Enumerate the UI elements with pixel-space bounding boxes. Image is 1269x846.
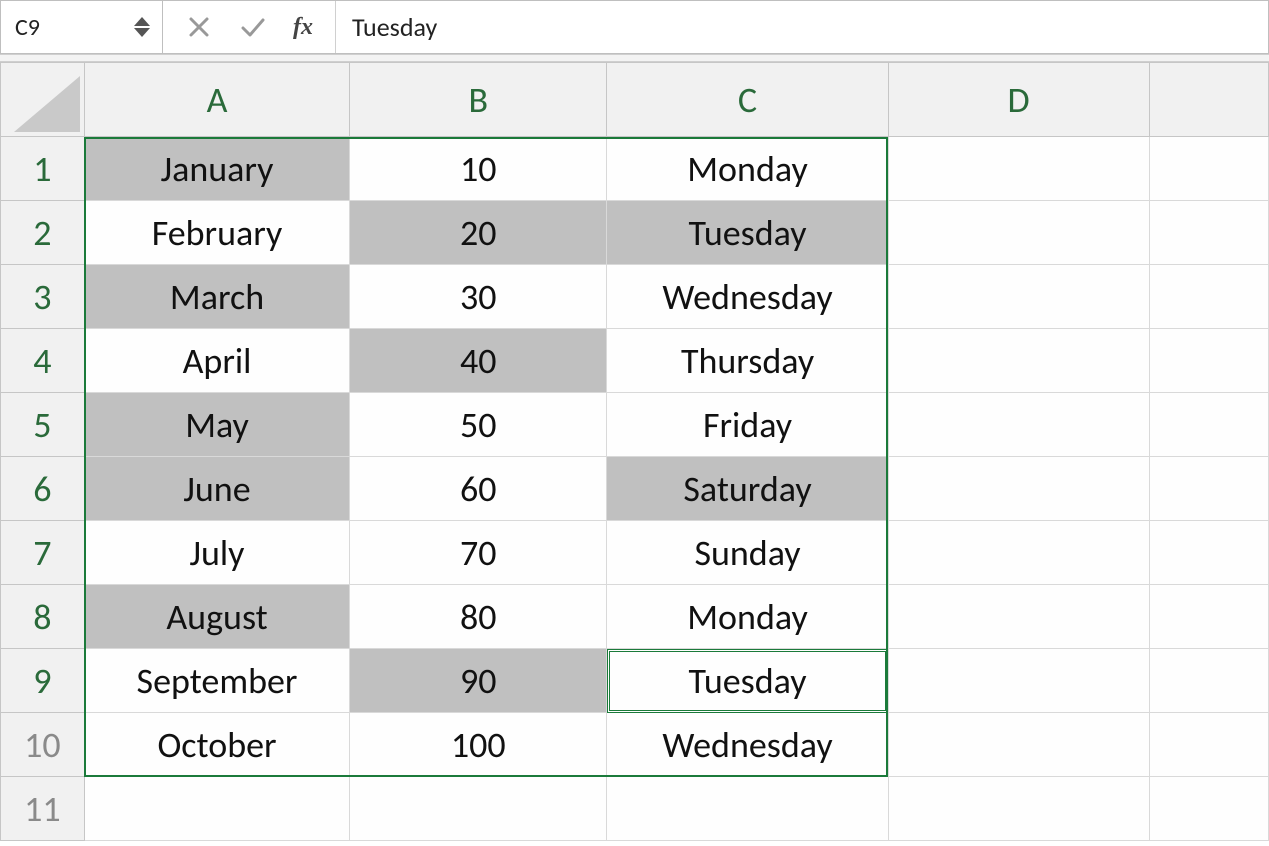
cell-A4[interactable]: April — [84, 329, 350, 393]
cell-B3[interactable]: 30 — [350, 265, 607, 329]
cell-D3[interactable] — [888, 265, 1149, 329]
cell-A11[interactable] — [84, 777, 350, 841]
cell-B1[interactable]: 10 — [350, 137, 607, 201]
grid[interactable]: A B C D 1 January 10 Monday 2 February 2… — [0, 62, 1269, 841]
cell-D1[interactable] — [888, 137, 1149, 201]
cell-C11[interactable] — [607, 777, 888, 841]
formula-bar: C9 fx Tuesday — [0, 0, 1269, 54]
formula-value: Tuesday — [352, 11, 437, 43]
cell-E9[interactable] — [1149, 649, 1269, 713]
row-header-7[interactable]: 7 — [1, 521, 85, 585]
row-header-8[interactable]: 8 — [1, 585, 85, 649]
cell-E2[interactable] — [1149, 201, 1269, 265]
col-header-blank[interactable] — [1149, 63, 1269, 137]
cell-D9[interactable] — [888, 649, 1149, 713]
cell-A6[interactable]: June — [84, 457, 350, 521]
row-header-1[interactable]: 1 — [1, 137, 85, 201]
chevron-down-icon[interactable] — [134, 28, 150, 37]
cell-C3[interactable]: Wednesday — [607, 265, 888, 329]
row-header-9[interactable]: 9 — [1, 649, 85, 713]
cell-E7[interactable] — [1149, 521, 1269, 585]
col-header-B[interactable]: B — [350, 63, 607, 137]
cell-A2[interactable]: February — [84, 201, 350, 265]
cell-C5[interactable]: Friday — [607, 393, 888, 457]
name-box-spinner[interactable] — [128, 1, 156, 53]
fx-icon[interactable]: fx — [293, 14, 313, 41]
cell-B6[interactable]: 60 — [350, 457, 607, 521]
cell-B10[interactable]: 100 — [350, 713, 607, 777]
row-header-4[interactable]: 4 — [1, 329, 85, 393]
cell-C4[interactable]: Thursday — [607, 329, 888, 393]
cell-A7[interactable]: July — [84, 521, 350, 585]
cell-D8[interactable] — [888, 585, 1149, 649]
row-header-2[interactable]: 2 — [1, 201, 85, 265]
cell-B5[interactable]: 50 — [350, 393, 607, 457]
accept-icon[interactable] — [239, 13, 267, 41]
cell-E1[interactable] — [1149, 137, 1269, 201]
cell-E6[interactable] — [1149, 457, 1269, 521]
cell-D11[interactable] — [888, 777, 1149, 841]
name-box-value: C9 — [15, 13, 40, 42]
cell-E10[interactable] — [1149, 713, 1269, 777]
cell-B4[interactable]: 40 — [350, 329, 607, 393]
cell-A3[interactable]: March — [84, 265, 350, 329]
cell-E11[interactable] — [1149, 777, 1269, 841]
cell-A5[interactable]: May — [84, 393, 350, 457]
cell-A9[interactable]: September — [84, 649, 350, 713]
cell-C2[interactable]: Tuesday — [607, 201, 888, 265]
cell-D6[interactable] — [888, 457, 1149, 521]
cell-C1[interactable]: Monday — [607, 137, 888, 201]
cell-D10[interactable] — [888, 713, 1149, 777]
cell-C10[interactable]: Wednesday — [607, 713, 888, 777]
col-header-D[interactable]: D — [888, 63, 1149, 137]
cell-C8[interactable]: Monday — [607, 585, 888, 649]
cell-E8[interactable] — [1149, 585, 1269, 649]
cell-A1[interactable]: January — [84, 137, 350, 201]
formula-controls: fx — [163, 1, 335, 53]
cell-D4[interactable] — [888, 329, 1149, 393]
cell-A10[interactable]: October — [84, 713, 350, 777]
cell-B8[interactable]: 80 — [350, 585, 607, 649]
cell-C9[interactable]: Tuesday — [607, 649, 888, 713]
row-header-3[interactable]: 3 — [1, 265, 85, 329]
row-header-5[interactable]: 5 — [1, 393, 85, 457]
row-header-11[interactable]: 11 — [1, 777, 85, 841]
cell-D7[interactable] — [888, 521, 1149, 585]
cell-B7[interactable]: 70 — [350, 521, 607, 585]
cell-E3[interactable] — [1149, 265, 1269, 329]
cell-D2[interactable] — [888, 201, 1149, 265]
cancel-icon[interactable] — [185, 13, 213, 41]
cell-A8[interactable]: August — [84, 585, 350, 649]
cell-C7[interactable]: Sunday — [607, 521, 888, 585]
col-header-A[interactable]: A — [84, 63, 350, 137]
cell-E5[interactable] — [1149, 393, 1269, 457]
formula-input[interactable]: Tuesday — [335, 1, 1268, 53]
cell-B11[interactable] — [350, 777, 607, 841]
cell-D5[interactable] — [888, 393, 1149, 457]
spreadsheet: A B C D 1 January 10 Monday 2 February 2… — [0, 62, 1269, 841]
cell-B2[interactable]: 20 — [350, 201, 607, 265]
formula-bar-divider — [0, 54, 1269, 62]
name-box[interactable]: C9 — [1, 1, 163, 53]
row-header-6[interactable]: 6 — [1, 457, 85, 521]
cell-C6[interactable]: Saturday — [607, 457, 888, 521]
col-header-C[interactable]: C — [607, 63, 888, 137]
select-all-corner[interactable] — [1, 63, 85, 137]
row-header-10[interactable]: 10 — [1, 713, 85, 777]
chevron-up-icon[interactable] — [134, 17, 150, 26]
cell-B9[interactable]: 90 — [350, 649, 607, 713]
cell-E4[interactable] — [1149, 329, 1269, 393]
